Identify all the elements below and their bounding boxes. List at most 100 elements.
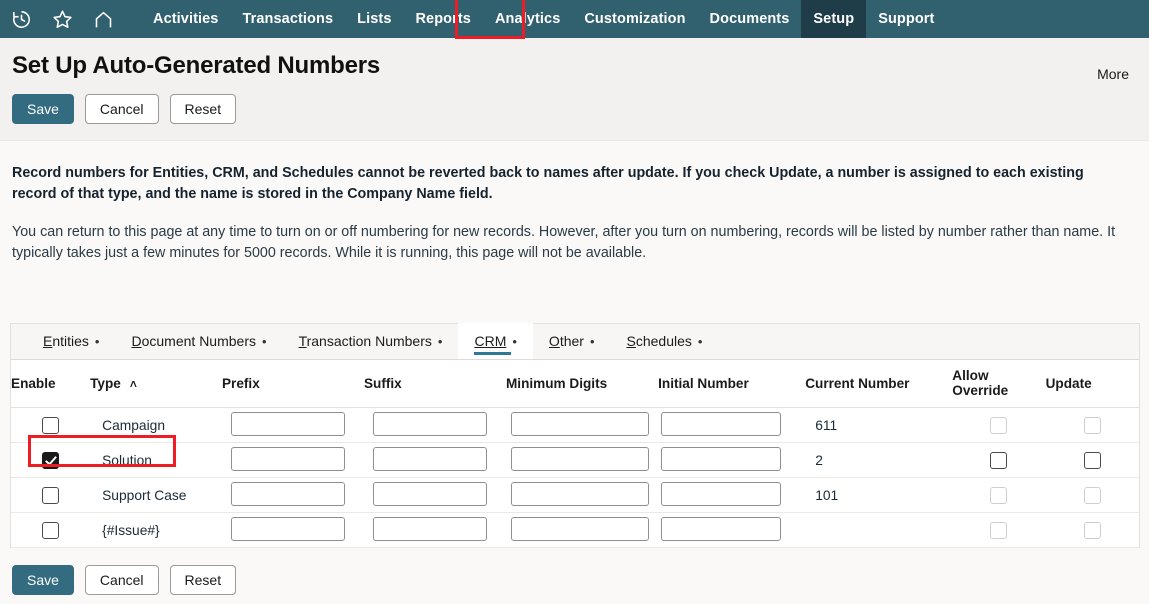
cell-allow-override bbox=[952, 512, 1046, 548]
nav-item-transactions[interactable]: Transactions bbox=[230, 0, 345, 38]
column-header-prefix[interactable]: Prefix bbox=[221, 360, 364, 408]
tab-label: CRM bbox=[474, 333, 506, 349]
more-link[interactable]: More bbox=[1097, 66, 1129, 82]
column-header-current[interactable]: Current Number bbox=[805, 360, 953, 408]
mindig-input[interactable] bbox=[510, 481, 649, 506]
nav-item-lists[interactable]: Lists bbox=[345, 0, 403, 38]
history-icon[interactable] bbox=[9, 7, 33, 31]
nav-item-activities[interactable]: Activities bbox=[141, 0, 230, 38]
enable-checkbox[interactable] bbox=[42, 451, 60, 469]
enable-checkbox[interactable] bbox=[42, 521, 60, 539]
tab-label: Schedules bbox=[627, 333, 692, 349]
cell-initial bbox=[658, 477, 806, 513]
tab-label: Other bbox=[549, 333, 584, 349]
enable-checkbox[interactable] bbox=[42, 416, 60, 434]
enable-checkbox[interactable] bbox=[42, 486, 60, 504]
column-header-suffix[interactable]: Suffix bbox=[363, 360, 506, 408]
warning-message: Record numbers for Entities, CRM, and Sc… bbox=[12, 165, 1084, 202]
column-header-initial[interactable]: Initial Number bbox=[658, 360, 806, 408]
update-checkbox bbox=[1083, 521, 1101, 539]
save-button-bottom[interactable]: Save bbox=[12, 565, 74, 595]
cell-prefix bbox=[221, 477, 364, 513]
suffix-input[interactable] bbox=[372, 481, 487, 506]
nav-item-setup[interactable]: Setup bbox=[801, 0, 867, 38]
mindig-input[interactable] bbox=[510, 516, 649, 541]
top-button-row: Save Cancel Reset bbox=[12, 94, 237, 124]
save-button-top[interactable]: Save bbox=[12, 94, 74, 124]
tab-accelerator: D bbox=[131, 333, 142, 349]
mindig-input[interactable] bbox=[510, 411, 649, 436]
sort-ascending-icon[interactable]: ˄ bbox=[130, 377, 137, 391]
initial-input[interactable] bbox=[661, 446, 782, 471]
cancel-button-top[interactable]: Cancel bbox=[84, 94, 159, 124]
tab-schedules[interactable]: Schedules • bbox=[611, 323, 719, 359]
prefix-input[interactable] bbox=[230, 481, 345, 506]
column-header-label: Initial Number bbox=[658, 375, 749, 391]
prefix-input[interactable] bbox=[230, 516, 345, 541]
nav-item-analytics[interactable]: Analytics bbox=[483, 0, 572, 38]
nav-item-reports[interactable]: Reports bbox=[403, 0, 483, 38]
allow-override-checkbox[interactable] bbox=[990, 451, 1008, 469]
column-header-label: Allow Override bbox=[952, 368, 1009, 398]
cell-update bbox=[1045, 512, 1139, 548]
reset-button-top[interactable]: Reset bbox=[169, 94, 237, 124]
tab-dropdown-dot-icon[interactable]: • bbox=[512, 334, 517, 349]
tab-strip: Entities • Document Numbers • Transaction Nu… bbox=[11, 323, 1139, 360]
nav-item-customization[interactable]: Customization bbox=[572, 0, 697, 38]
column-header-type[interactable]: Type ˄ bbox=[90, 360, 222, 408]
prefix-input[interactable] bbox=[230, 411, 345, 436]
tab-transaction-numbers[interactable]: Transaction Numbers • bbox=[283, 323, 459, 359]
suffix-input[interactable] bbox=[372, 446, 487, 471]
prefix-input[interactable] bbox=[230, 446, 345, 471]
allow-override-checkbox bbox=[990, 521, 1008, 539]
tab-rest: ther bbox=[559, 333, 584, 349]
tab-dropdown-dot-icon[interactable]: • bbox=[590, 334, 595, 349]
cell-type: Support Case bbox=[90, 477, 222, 513]
cell-current-number: 2 bbox=[805, 442, 953, 478]
reset-button-bottom[interactable]: Reset bbox=[169, 565, 237, 595]
column-header-label: Current Number bbox=[805, 375, 910, 391]
cell-update bbox=[1045, 442, 1139, 478]
suffix-input[interactable] bbox=[372, 411, 487, 436]
cell-mindig bbox=[505, 407, 659, 443]
initial-input[interactable] bbox=[661, 481, 782, 506]
tab-document-numbers[interactable]: Document Numbers • bbox=[115, 323, 282, 359]
tab-entities[interactable]: Entities • bbox=[27, 323, 115, 359]
nav-item-documents[interactable]: Documents bbox=[698, 0, 802, 38]
column-header-enable[interactable]: Enable bbox=[11, 360, 91, 408]
column-header-update[interactable]: Update bbox=[1045, 360, 1139, 408]
tab-other[interactable]: Other • bbox=[533, 323, 611, 359]
tab-dropdown-dot-icon[interactable]: • bbox=[438, 334, 443, 349]
allow-override-checkbox bbox=[990, 486, 1008, 504]
global-navigation-bar: Activities Transactions Lists Reports Analyt… bbox=[0, 0, 1149, 38]
tab-dropdown-dot-icon[interactable]: • bbox=[262, 334, 267, 349]
tab-dropdown-dot-icon[interactable]: • bbox=[95, 334, 100, 349]
column-header-mindig[interactable]: Minimum Digits bbox=[505, 360, 659, 408]
cell-type: {#Issue#} bbox=[90, 512, 222, 548]
tab-dropdown-dot-icon[interactable]: • bbox=[698, 334, 703, 349]
allow-override-checkbox bbox=[990, 416, 1008, 434]
suffix-input[interactable] bbox=[372, 516, 487, 541]
column-header-allow[interactable]: Allow Override bbox=[952, 360, 1046, 408]
star-icon[interactable] bbox=[50, 7, 74, 31]
table-row: Campaign 611 bbox=[11, 407, 1139, 443]
table-header: Enable Type ˄ Prefix Suffix Minimum Digits Ini… bbox=[11, 360, 1139, 408]
home-icon[interactable] bbox=[91, 7, 115, 31]
tab-label: Entities bbox=[43, 333, 89, 349]
update-checkbox[interactable] bbox=[1083, 451, 1101, 469]
tab-crm[interactable]: CRM • bbox=[458, 323, 533, 359]
initial-input[interactable] bbox=[661, 516, 782, 541]
tab-accelerator: E bbox=[43, 333, 53, 349]
cell-mindig bbox=[505, 477, 659, 513]
cell-enable bbox=[11, 407, 91, 443]
tab-accelerator: C bbox=[474, 333, 485, 349]
nav-item-support[interactable]: Support bbox=[866, 0, 946, 38]
info-message: You can return to this page at any time … bbox=[12, 224, 1116, 261]
tab-accelerator: O bbox=[548, 333, 560, 349]
auto-numbering-table: Enable Type ˄ Prefix Suffix Minimum Digits Ini… bbox=[11, 360, 1139, 548]
cancel-button-bottom[interactable]: Cancel bbox=[84, 565, 159, 595]
mindig-input[interactable] bbox=[510, 446, 649, 471]
tab-rest: chedules bbox=[635, 333, 692, 349]
nav-menu: Activities Transactions Lists Reports Analyt… bbox=[141, 0, 946, 38]
initial-input[interactable] bbox=[661, 411, 782, 436]
